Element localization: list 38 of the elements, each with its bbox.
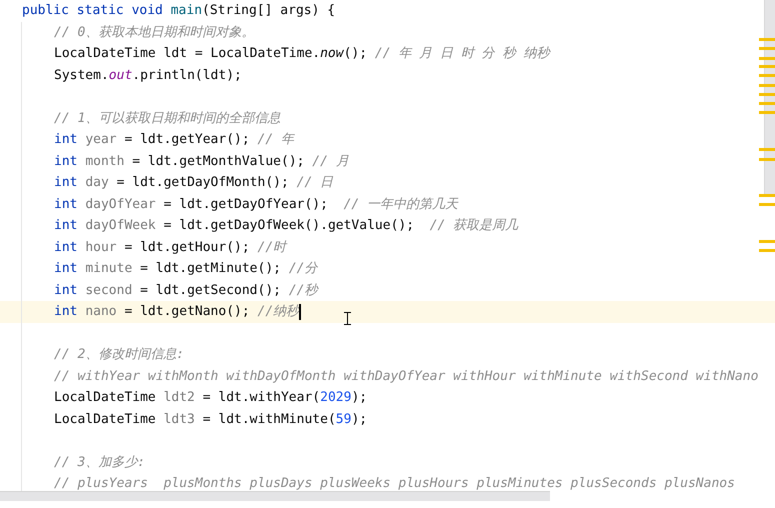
code-line: int minute = ldt.getMinute(); //分 <box>54 260 318 278</box>
warning-marker[interactable] <box>759 57 775 60</box>
code-line: int year = ldt.getYear(); // 年 <box>54 131 294 148</box>
code-line: int day = ldt.getDayOfMonth(); // 日 <box>54 174 334 192</box>
code-line: // withYear withMonth withDayOfMonth withDayOfYear withHour withMinute withSecond withNano <box>54 368 758 385</box>
code-line: int nano = ldt.getNano(); //纳秒 <box>54 303 300 320</box>
code-line: // plusYears plusMonths plusDays plusWeeks plusHours plusMinutes plusSeconds plusNanos <box>54 475 735 492</box>
warning-marker[interactable] <box>759 47 775 50</box>
code-line: int hour = ldt.getHour(); //时 <box>54 238 286 256</box>
text-caret <box>299 304 302 320</box>
code-line: System.out.println(ldt); <box>54 66 242 84</box>
warning-marker[interactable] <box>759 102 775 105</box>
warning-marker[interactable] <box>759 111 775 114</box>
warning-marker[interactable] <box>759 84 775 87</box>
horizontal-scrollbar[interactable] <box>0 491 550 501</box>
code-line: public static void main(String[] args) { <box>21 2 336 20</box>
warning-marker[interactable] <box>759 203 775 206</box>
code-line: int dayOfWeek = ldt.getDayOfWeek().getValue(); // 获取是周几 <box>54 217 518 234</box>
warning-marker[interactable] <box>759 240 775 243</box>
code-line: int second = ldt.getSecond(); //秒 <box>54 282 318 299</box>
warning-marker[interactable] <box>759 194 775 197</box>
code-line: int dayOfYear = ldt.getDayOfYear(); // 一年中的第几天 <box>54 196 458 213</box>
warning-marker[interactable] <box>759 249 775 252</box>
code-line: int month = ldt.getMonthValue(); // 月 <box>54 152 349 170</box>
warning-marker[interactable] <box>759 65 775 68</box>
text-cursor-icon <box>344 312 351 325</box>
code-line: LocalDateTime ldt3 = ldt.withMinute(59); <box>54 410 368 428</box>
warning-marker[interactable] <box>759 74 775 77</box>
code-line: // 0、获取本地日期和时间对象。 <box>54 24 254 41</box>
warning-marker[interactable] <box>759 148 775 151</box>
code-line: // 1、可以获取日期和时间的全部信息 <box>54 110 280 127</box>
warning-marker[interactable] <box>759 93 775 96</box>
code-line: LocalDateTime ldt = LocalDateTime.now(); // 年 月 日 时 分 秒 纳秒 <box>54 45 550 62</box>
warning-marker[interactable] <box>759 158 775 161</box>
warning-marker[interactable] <box>759 38 775 41</box>
code-line: // 3、加多少: <box>54 454 146 471</box>
code-line: // 2、修改时间信息: <box>54 346 184 364</box>
code-line: LocalDateTime ldt2 = ldt.withYear(2029); <box>54 389 368 406</box>
